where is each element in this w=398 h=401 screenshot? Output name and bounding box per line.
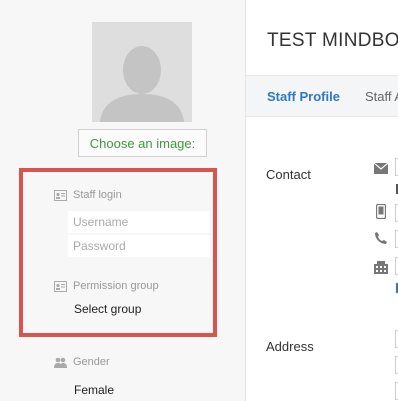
fax-icon bbox=[374, 261, 388, 279]
address-section-label: Address bbox=[266, 339, 314, 354]
phone-icon bbox=[374, 231, 388, 250]
contact-section-label: Contact bbox=[266, 167, 311, 182]
permission-group-label-row: Permission group bbox=[54, 280, 159, 292]
gender-label-row: Gender bbox=[54, 356, 110, 368]
tab-staff-profile[interactable]: Staff Profile bbox=[267, 89, 340, 104]
gender-label: Gender bbox=[73, 356, 110, 368]
id-card-icon bbox=[54, 189, 67, 201]
tab-staff-a[interactable]: Staff A bbox=[365, 89, 398, 104]
permission-group-label: Permission group bbox=[73, 280, 159, 292]
mobile-phone-icon bbox=[375, 203, 387, 224]
envelope-icon bbox=[373, 161, 389, 179]
tab-bar: Staff Profile Staff A bbox=[246, 75, 398, 117]
right-panel: TEST MINDBODY Staff Profile Staff A Cont… bbox=[246, 0, 398, 401]
person-silhouette-icon bbox=[100, 46, 184, 122]
page-title: TEST MINDBODY bbox=[267, 30, 398, 51]
gender-select[interactable]: Female bbox=[74, 383, 114, 397]
choose-image-button[interactable]: Choose an image: bbox=[78, 129, 207, 157]
password-input[interactable]: Password bbox=[68, 235, 210, 257]
staff-login-label-row: Staff login bbox=[54, 189, 122, 201]
avatar-placeholder[interactable] bbox=[92, 22, 192, 122]
staff-login-label: Staff login bbox=[73, 189, 122, 201]
username-input[interactable]: Username bbox=[68, 211, 210, 233]
users-icon bbox=[54, 357, 67, 368]
left-panel: Choose an image: Staff login Username Pa… bbox=[0, 0, 245, 401]
permission-group-select[interactable]: Select group bbox=[74, 302, 141, 316]
id-card-icon bbox=[54, 280, 67, 292]
